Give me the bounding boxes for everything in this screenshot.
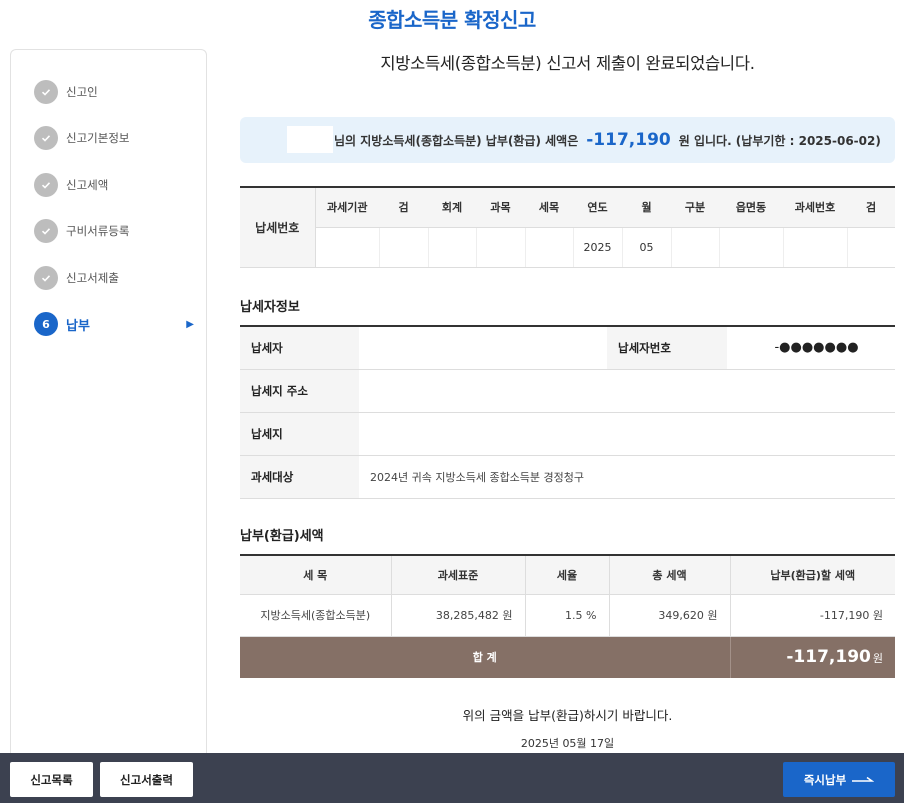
value-cell [475,227,525,268]
masked-name [287,126,333,153]
header-cell: 과목 [476,187,525,228]
tax-rate: 1.5 % [525,594,610,637]
value-cell: 2025 [572,227,622,268]
target-label: 과세대상 [240,455,359,499]
step-label: 구비서류등록 [66,224,130,238]
value-cell [670,227,719,268]
total-amount-value: -117,190 [786,647,871,668]
header-cell: 납부(환급)할 세액 [730,555,895,595]
tax-number-label: 납세번호 [240,187,316,268]
closing-message: 위의 금액을 납부(환급)하시기 바랍니다. [462,708,673,723]
payer-label: 납세자 [240,326,359,370]
header-cell: 검 [847,187,895,228]
header-cell: 세율 [525,555,610,595]
step-sidebar: 신고인 신고기본정보 신고세액 구비서류등록 신고서제출 6 납부 ▶ [10,49,207,769]
header-cell: 읍면동 [719,187,783,228]
value-cell [314,227,379,268]
footer-bar: 신고목록 신고서출력 즉시납부 [0,753,904,803]
notice-prefix: 님의 지방소득세(종합소득분) 납부(환급) 세액은 [334,133,579,148]
check-icon [34,173,58,197]
tax-number-table: 납세번호 과세기관 검 회계 과목 세목 연도 월 구분 읍면동 과세번호 검 … [240,186,895,268]
pay-now-button[interactable]: 즉시납부 [783,762,895,797]
value-cell [427,227,476,268]
value-cell [524,227,573,268]
payer-info-table: 납세자 납세자번호 -●●●●●●● 납세지 주소 납세지 과세대상 2024년… [240,325,895,499]
header-cell: 회계 [428,187,476,228]
step-label: 신고기본정보 [66,131,130,145]
step-label: 신고인 [66,85,98,99]
place-value [359,412,895,456]
total-amount: -117,190 원 [730,636,895,678]
header-cell: 월 [622,187,671,228]
completion-message: 지방소득세(종합소득분) 신고서 제출이 완료되었습니다. [380,54,755,73]
target-value: 2024년 귀속 지방소득세 종합소득분 경정청구 [359,455,895,499]
step-label: 신고세액 [66,178,109,192]
step-item-payment[interactable]: 6 납부 ▶ [34,311,194,337]
step-label: 신고서제출 [66,271,119,285]
place-label: 납세지 [240,412,359,456]
payer-no-label: 납세자번호 [607,326,727,370]
total-row: 합 계 -117,190 원 [240,636,895,678]
print-report-button[interactable]: 신고서출력 [100,762,193,797]
header-cell: 세목 [525,187,573,228]
header-cell: 과세번호 [783,187,847,228]
value-cell [378,227,428,268]
pay-now-label: 즉시납부 [803,772,847,787]
header-cell: 구분 [671,187,719,228]
step-number: 6 [34,312,58,336]
header-cell: 연도 [573,187,622,228]
payer-value [359,326,607,370]
header-cell: 세 목 [240,555,392,595]
tax-item: 지방소득세(종합소득분) [240,594,392,637]
caret-right-icon: ▶ [186,318,194,330]
value-cell [782,227,847,268]
value-cell [718,227,783,268]
notice-amount: -117,190 [586,130,671,150]
check-icon [34,219,58,243]
value-cell [846,227,895,268]
total-label: 합 계 [240,636,731,678]
payer-section-title: 납세자정보 [240,300,300,315]
table-row: 지방소득세(종합소득분) 38,285,482 원 1.5 % 349,620 … [240,594,895,637]
check-icon [34,126,58,150]
step-item-tax-amount[interactable]: 신고세액 [34,172,194,198]
page-title: 종합소득분 확정신고 [368,8,536,32]
header-cell: 과세기관 [315,187,379,228]
payer-no-value: -●●●●●●● [727,326,895,370]
check-icon [34,266,58,290]
notice-suffix: 원 입니다. (납부기한 : 2025-06-02) [678,133,881,148]
step-item-applicant[interactable]: 신고인 [34,79,194,105]
step-item-submit[interactable]: 신고서제출 [34,265,194,291]
value-cell: 05 [621,227,671,268]
tax-section-title: 납부(환급)세액 [240,529,324,544]
payable-tax: -117,190 원 [730,594,895,637]
report-list-button[interactable]: 신고목록 [10,762,93,797]
step-item-documents[interactable]: 구비서류등록 [34,218,194,244]
arrow-right-icon [852,773,875,787]
address-value [359,369,895,413]
step-item-basic-info[interactable]: 신고기본정보 [34,125,194,151]
tax-notice-banner: 님의 지방소득세(종합소득분) 납부(환급) 세액은 -117,190 원 입니… [240,117,895,163]
step-label: 납부 [66,318,90,334]
header-cell: 총 세액 [609,555,731,595]
address-label: 납세지 주소 [240,369,359,413]
check-icon [34,80,58,104]
report-date: 2025년 05월 17일 [520,737,615,750]
header-cell: 검 [379,187,428,228]
tax-amount-table: 세 목 과세표준 세율 총 세액 납부(환급)할 세액 지방소득세(종합소득분)… [240,554,895,678]
total-unit: 원 [872,652,883,666]
header-cell: 과세표준 [391,555,526,595]
tax-base: 38,285,482 원 [391,594,526,637]
total-tax: 349,620 원 [609,594,731,637]
